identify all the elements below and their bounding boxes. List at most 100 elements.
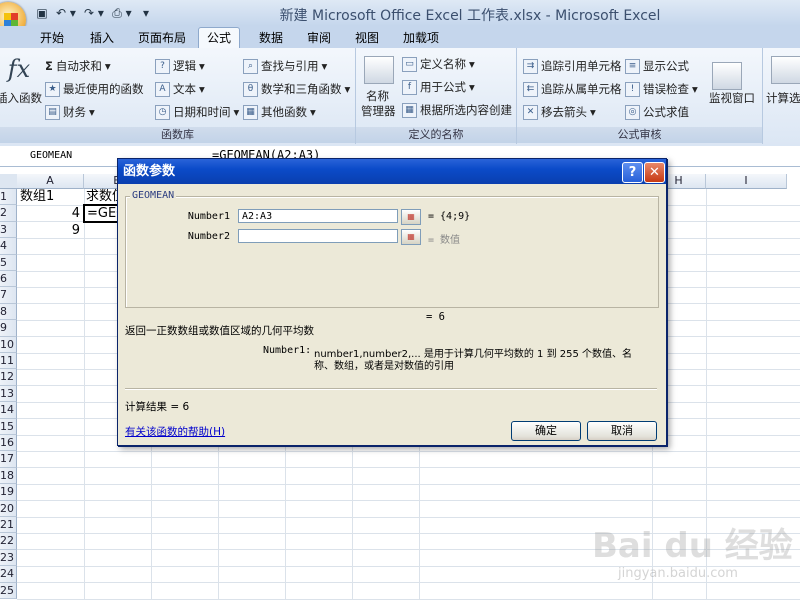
- arg1-label: Number1: [187, 211, 230, 222]
- save-icon[interactable]: ▣: [34, 5, 50, 21]
- define-name-button[interactable]: ▭ 定义名称 ▾: [402, 56, 475, 72]
- more-functions-button[interactable]: ▦ 其他函数 ▾: [243, 104, 316, 120]
- row-header-24[interactable]: 24: [0, 566, 17, 583]
- cell-a3[interactable]: 9: [20, 222, 80, 239]
- watch-window-button[interactable]: 监视窗口: [709, 90, 755, 106]
- trace-dependents-label: 追踪从属单元格: [541, 82, 622, 96]
- datetime-button[interactable]: ◷ 日期和时间 ▾: [155, 104, 239, 120]
- tab-home[interactable]: 开始: [32, 29, 72, 47]
- insert-function-button[interactable]: 插入函数: [0, 90, 42, 106]
- group-calculation: 计算选: [763, 48, 800, 144]
- row-header-10[interactable]: 10: [0, 336, 17, 353]
- arg1-collapse-icon[interactable]: ▦: [401, 209, 421, 225]
- group-formula-auditing: ⇉ 追踪引用单元格 ⇇ 追踪从属单元格 ✕ 移去箭头 ▾ ≡ 显示公式 ! 错误检查 ▾ …: [517, 48, 763, 144]
- row-header-4[interactable]: 4: [0, 238, 17, 255]
- row-header-8[interactable]: 8: [0, 303, 17, 321]
- row-header-11[interactable]: 11: [0, 353, 17, 370]
- tab-data[interactable]: 数据: [251, 29, 291, 47]
- row-header-25[interactable]: 25: [0, 582, 17, 599]
- sigma-icon: Σ: [45, 59, 53, 73]
- remove-arrows-button[interactable]: ✕ 移去箭头 ▾: [523, 104, 596, 120]
- arg1-input[interactable]: A2:A3: [238, 209, 398, 223]
- row-header-6[interactable]: 6: [0, 271, 17, 288]
- row-header-23[interactable]: 23: [0, 549, 17, 567]
- cancel-button[interactable]: 取消: [587, 421, 657, 441]
- autosum-button[interactable]: Σ 自动求和 ▾: [45, 58, 111, 74]
- calc-options-button[interactable]: 计算选: [766, 90, 800, 106]
- evaluate-formula-label: 公式求值: [643, 105, 689, 119]
- tab-addins[interactable]: 加载项: [395, 29, 447, 47]
- cell-a1[interactable]: 数组1: [20, 188, 54, 205]
- redo-icon[interactable]: ↷ ▾: [82, 5, 106, 21]
- math-button[interactable]: θ 数学和三角函数 ▾: [243, 81, 350, 97]
- row-header-12[interactable]: 12: [0, 369, 17, 386]
- lookup-icon: ⌕: [243, 58, 258, 74]
- column-header-i[interactable]: I: [706, 174, 787, 189]
- logical-button[interactable]: ? 逻辑 ▾: [155, 58, 205, 74]
- row-header-3[interactable]: 3: [0, 221, 17, 239]
- tab-page-layout[interactable]: 页面布局: [130, 29, 194, 47]
- financial-button[interactable]: ▤ 财务 ▾: [45, 104, 95, 120]
- name-manager-button[interactable]: 管理器: [361, 103, 396, 119]
- row-header-1[interactable]: 1: [0, 189, 17, 206]
- evaluate-formula-button[interactable]: ◎ 公式求值: [625, 104, 689, 120]
- watermark-logo: Bai du 经验: [592, 526, 793, 566]
- define-name-label: 定义名称: [420, 57, 466, 71]
- row-header-16[interactable]: 16: [0, 435, 17, 452]
- help-link[interactable]: 有关该函数的帮助(H): [125, 424, 225, 439]
- arg2-collapse-icon[interactable]: ▦: [401, 229, 421, 245]
- row-header-14[interactable]: 14: [0, 402, 17, 419]
- dialog-close-button[interactable]: ✕: [644, 162, 665, 183]
- name-box[interactable]: GEOMEAN: [0, 147, 120, 165]
- undo-icon[interactable]: ↶ ▾: [54, 5, 78, 21]
- print-preview-icon[interactable]: ⎙ ▾: [110, 5, 134, 21]
- logical-label: 逻辑: [173, 59, 196, 73]
- tab-view[interactable]: 视图: [347, 29, 387, 47]
- lookup-label: 查找与引用: [261, 59, 319, 73]
- row-header-9[interactable]: 9: [0, 320, 17, 337]
- error-checking-button[interactable]: ! 错误检查 ▾: [625, 81, 698, 97]
- recent-functions-button[interactable]: ★ 最近使用的函数: [45, 81, 144, 97]
- trace-precedents-icon: ⇉: [523, 58, 538, 74]
- question-icon: ?: [155, 58, 170, 74]
- show-formulas-label: 显示公式: [643, 59, 689, 73]
- customize-icon[interactable]: ▾: [138, 5, 154, 21]
- column-header-a[interactable]: A: [17, 174, 84, 189]
- tab-formulas[interactable]: 公式: [198, 27, 241, 49]
- trace-dependents-button[interactable]: ⇇ 追踪从属单元格: [523, 81, 622, 97]
- show-formulas-button[interactable]: ≡ 显示公式: [625, 58, 689, 74]
- gridline-row: [17, 483, 800, 485]
- autosum-label: 自动求和: [55, 59, 102, 73]
- create-from-selection-button[interactable]: ▦ 根据所选内容创建: [402, 102, 512, 118]
- more-functions-icon: ▦: [243, 104, 258, 120]
- arg2-input[interactable]: [238, 229, 398, 243]
- cell-a2[interactable]: 4: [20, 205, 80, 222]
- row-header-19[interactable]: 19: [0, 484, 17, 501]
- lookup-button[interactable]: ⌕ 查找与引用 ▾: [243, 58, 327, 74]
- ok-button[interactable]: 确定: [511, 421, 581, 441]
- insert-function-icon[interactable]: fx: [4, 54, 34, 84]
- trace-precedents-button[interactable]: ⇉ 追踪引用单元格: [523, 58, 622, 74]
- row-header-2[interactable]: 2: [0, 205, 17, 222]
- datetime-label: 日期和时间: [173, 105, 231, 119]
- use-in-formula-button[interactable]: f 用于公式 ▾: [402, 79, 475, 95]
- row-header-13[interactable]: 13: [0, 385, 17, 403]
- office-logo-icon: [4, 13, 18, 27]
- arg2-label: Number2: [187, 231, 230, 242]
- row-header-20[interactable]: 20: [0, 500, 17, 517]
- row-header-22[interactable]: 22: [0, 533, 17, 550]
- use-in-formula-label: 用于公式: [420, 80, 466, 94]
- row-header-7[interactable]: 7: [0, 287, 17, 304]
- dialog-help-button[interactable]: ?: [622, 162, 643, 183]
- row-header-18[interactable]: 18: [0, 467, 17, 485]
- row-header-17[interactable]: 17: [0, 451, 17, 468]
- row-header-15[interactable]: 15: [0, 418, 17, 435]
- name-manager-label-1[interactable]: 名称: [366, 88, 389, 104]
- row-header-21[interactable]: 21: [0, 517, 17, 534]
- select-all-corner[interactable]: [0, 174, 18, 189]
- tab-insert[interactable]: 插入: [82, 29, 122, 47]
- tab-review[interactable]: 审阅: [299, 29, 339, 47]
- letter-a-icon: A: [155, 81, 170, 97]
- row-header-5[interactable]: 5: [0, 254, 17, 271]
- text-button[interactable]: A 文本 ▾: [155, 81, 205, 97]
